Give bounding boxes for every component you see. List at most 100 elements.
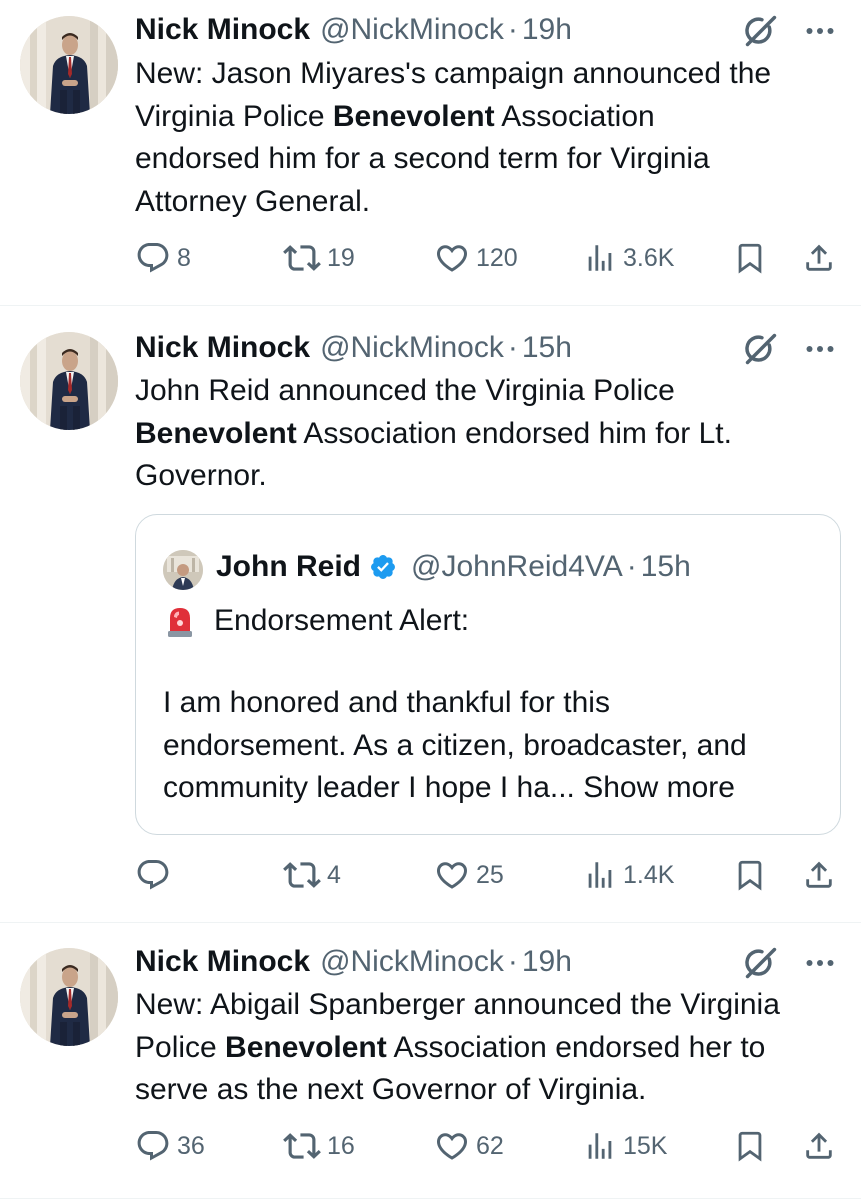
reply-button[interactable]: 36 (135, 1126, 205, 1166)
tweet-text-segment: Police (135, 1030, 226, 1064)
views-button[interactable]: 3.6K (583, 238, 674, 278)
siren-emoji-icon (168, 608, 192, 637)
tweet-text-line: John Reid announced the Virginia Police (135, 374, 675, 407)
quoted-first-line: Endorsement Alert: (162, 601, 469, 641)
tweet-text-line: New: Abigail Spanberger announced the Vi… (135, 988, 780, 1021)
author-handle[interactable]: @NickMinock (320, 331, 504, 365)
author-handle[interactable]: @NickMinock (320, 13, 504, 47)
quoted-timestamp[interactable]: 15h (641, 550, 691, 584)
verified-badge-icon[interactable] (369, 553, 397, 581)
bookmark-button[interactable] (733, 855, 767, 895)
quoted-author-handle[interactable]: @JohnReid4VA (411, 550, 623, 584)
bookmark-button[interactable] (733, 1126, 767, 1166)
quoted-avatar-image (163, 550, 203, 590)
tweet-text-segment: Association endorsed her to (386, 1030, 766, 1064)
like-button[interactable]: 62 (434, 1126, 504, 1166)
tweet-text-segment: Association (494, 99, 655, 133)
separator-dot: · (507, 331, 518, 364)
author-handle[interactable]: @NickMinock (320, 945, 504, 979)
highlighted-term: Benevolent (332, 99, 495, 133)
quoted-text-line: Endorsement Alert: (214, 604, 470, 637)
tweet-text: New: Jason Miyares's campaign announced … (135, 53, 847, 223)
like-count: 62 (476, 1131, 504, 1160)
more-icon[interactable] (802, 945, 838, 981)
grok-icon[interactable] (742, 12, 780, 50)
repost-button[interactable]: 16 (283, 1126, 355, 1166)
highlighted-term: Benevolent (135, 416, 297, 450)
grok-icon[interactable] (742, 944, 780, 982)
like-count: 120 (476, 243, 518, 272)
tweet-text-line: Governor. (135, 459, 267, 492)
like-count: 25 (476, 860, 504, 889)
like-button[interactable]: 120 (434, 238, 518, 278)
author-name[interactable]: Nick Minock (135, 331, 310, 365)
author-name[interactable]: Nick Minock (135, 13, 310, 47)
repost-button[interactable]: 4 (283, 855, 341, 895)
views-button[interactable]: 15K (583, 1126, 667, 1166)
bookmark-button[interactable] (733, 238, 767, 278)
avatar[interactable] (20, 16, 118, 114)
tweet-header: Nick Minock @NickMinock · 15h (135, 330, 572, 366)
views-count: 1.4K (623, 860, 675, 889)
quoted-author-avatar[interactable] (163, 550, 203, 590)
share-button[interactable] (802, 238, 836, 278)
bookmark-icon (733, 857, 767, 893)
quoted-tweet[interactable]: John Reid @JohnReid4VA · 15h Endorsement… (135, 514, 841, 835)
avatar-image (20, 16, 118, 114)
avatar-image (20, 948, 118, 1046)
quoted-header: John Reid @JohnReid4VA · 15h (216, 547, 691, 587)
share-button[interactable] (802, 1126, 836, 1166)
tweet-text: John Reid announced the Virginia Police … (135, 370, 847, 498)
separator-dot: · (507, 945, 518, 978)
tweet[interactable]: Nick Minock @NickMinock · 15h John Reid … (0, 305, 861, 922)
reply-count: 36 (177, 1131, 205, 1160)
timestamp[interactable]: 19h (522, 945, 572, 979)
repost-count: 4 (327, 860, 341, 889)
views-button[interactable]: 1.4K (583, 855, 674, 895)
bookmark-icon (733, 1128, 767, 1164)
share-icon (802, 1128, 836, 1164)
author-name[interactable]: Nick Minock (135, 945, 310, 979)
timestamp[interactable]: 15h (522, 331, 572, 365)
tweet-text-line: serve as the next Governor of Virginia. (135, 1073, 647, 1106)
repost-icon (283, 239, 321, 277)
action-bar: 36 16 62 15K (0, 1126, 861, 1166)
tweet-text-line: Attorney General. (135, 184, 371, 218)
views-icon (583, 1129, 617, 1163)
like-icon (434, 857, 470, 893)
show-more-link[interactable]: Show more (583, 771, 735, 804)
more-icon[interactable] (802, 13, 838, 49)
action-bar: 8 19 120 3.6K (0, 238, 861, 278)
tweet-text-segment: Association endorsed him for Lt. (296, 416, 732, 450)
avatar[interactable] (20, 948, 118, 1046)
tweet-text-line: endorsed him for a second term for Virgi… (135, 142, 710, 175)
reply-icon (135, 857, 171, 893)
repost-button[interactable]: 19 (283, 238, 355, 278)
highlighted-term: Benevolent (225, 1030, 387, 1064)
views-count: 3.6K (623, 243, 675, 272)
quoted-author-name[interactable]: John Reid (216, 550, 361, 584)
tweet[interactable]: Nick Minock @NickMinock · 19h New: Jason… (0, 0, 861, 305)
more-icon[interactable] (802, 331, 838, 367)
tweet-header: Nick Minock @NickMinock · 19h (135, 944, 572, 980)
reply-icon (135, 240, 171, 276)
timestamp[interactable]: 19h (522, 13, 572, 47)
reply-count: 8 (177, 243, 191, 272)
tweet-text-segment: Virginia Police (135, 99, 333, 133)
quoted-text: I am honored and thankful for this endor… (163, 682, 823, 810)
like-icon (434, 240, 470, 276)
action-bar: 4 25 1.4K (0, 855, 861, 895)
tweet[interactable]: Nick Minock @NickMinock · 19h New: Abiga… (0, 922, 861, 1200)
tweet-text: New: Abigail Spanberger announced the Vi… (135, 984, 847, 1112)
avatar[interactable] (20, 332, 118, 430)
views-count: 15K (623, 1131, 668, 1160)
reply-button[interactable]: 8 (135, 238, 191, 278)
grok-icon[interactable] (742, 330, 780, 368)
like-button[interactable]: 25 (434, 855, 504, 895)
quoted-text-line: community leader I hope I ha... (163, 771, 584, 804)
tweet-header: Nick Minock @NickMinock · 19h (135, 12, 572, 48)
reply-button[interactable] (135, 855, 177, 895)
repost-icon (283, 1127, 321, 1165)
share-button[interactable] (802, 855, 836, 895)
quoted-text-line: endorsement. As a citizen, broadcaster, … (163, 728, 747, 762)
